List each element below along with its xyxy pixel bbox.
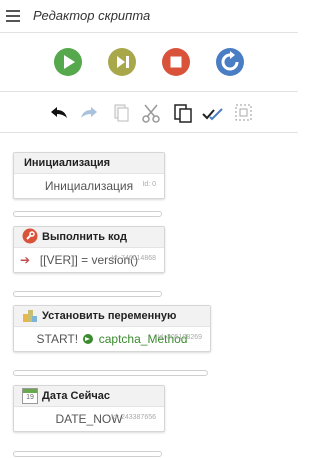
script-canvas[interactable]: Инициализация Инициализация Id: 0 Выполн… <box>0 133 298 458</box>
node-header: Установить переменную <box>14 306 210 327</box>
node-connector <box>13 291 162 297</box>
page-title: Редактор скрипта <box>33 8 151 23</box>
node-id: Id: 305108269 <box>157 334 202 341</box>
restart-icon <box>216 48 244 76</box>
node-title: Дата Сейчас <box>42 390 110 402</box>
check-all-icon[interactable] <box>202 102 224 124</box>
node-body: DATE_NOW Id: 243387656 <box>14 407 164 431</box>
node-title: Выполнить код <box>42 231 127 243</box>
node-body: ➔ [[VER]] = version() Id: 746014868 <box>14 248 164 272</box>
node-title: Инициализация <box>24 157 111 169</box>
node-connector <box>13 211 162 217</box>
node-body: Инициализация Id: 0 <box>14 174 164 198</box>
select-icon[interactable] <box>233 102 255 124</box>
node-header: 19 Дата Сейчас <box>14 386 164 407</box>
action-node[interactable]: Установить переменную START! captcha_Met… <box>13 305 211 352</box>
restart-button[interactable] <box>215 47 245 77</box>
run-controls <box>0 33 298 92</box>
menu-icon[interactable] <box>6 10 20 22</box>
edit-toolbar <box>0 92 298 133</box>
node-text: Инициализация <box>44 179 134 193</box>
action-node[interactable]: Выполнить код ➔ [[VER]] = version() Id: … <box>13 226 165 273</box>
header-bar: Редактор скрипта <box>0 0 298 33</box>
node-text: START! <box>36 332 79 346</box>
node-connector <box>13 370 208 376</box>
stop-button[interactable] <box>161 47 191 77</box>
stop-icon <box>162 48 190 76</box>
node-id: Id: 243387656 <box>111 414 156 421</box>
node-header: Инициализация <box>14 153 164 174</box>
wrench-icon <box>22 228 38 244</box>
paste-icon[interactable] <box>172 102 194 124</box>
node-id: Id: 746014868 <box>111 255 156 262</box>
calendar-icon: 19 <box>22 388 38 404</box>
step-button[interactable] <box>107 47 137 77</box>
undo-icon[interactable] <box>48 102 70 124</box>
redo-icon[interactable] <box>78 102 100 124</box>
arrow-circle-icon <box>83 334 94 344</box>
action-node[interactable]: Инициализация Инициализация Id: 0 <box>13 152 165 199</box>
step-icon <box>108 48 136 76</box>
node-id: Id: 0 <box>142 181 156 188</box>
arrow-icon: ➔ <box>20 253 31 267</box>
node-connector <box>13 451 162 457</box>
node-title: Установить переменную <box>42 310 177 322</box>
play-icon <box>54 48 82 76</box>
cut-icon[interactable] <box>140 102 162 124</box>
node-body: START! captcha_Method Id: 305108269 <box>14 327 210 351</box>
node-header: Выполнить код <box>14 227 164 248</box>
copy-icon[interactable] <box>110 102 132 124</box>
play-button[interactable] <box>53 47 83 77</box>
action-node[interactable]: 19 Дата Сейчас DATE_NOW Id: 243387656 <box>13 385 165 432</box>
variable-icon <box>23 310 37 322</box>
